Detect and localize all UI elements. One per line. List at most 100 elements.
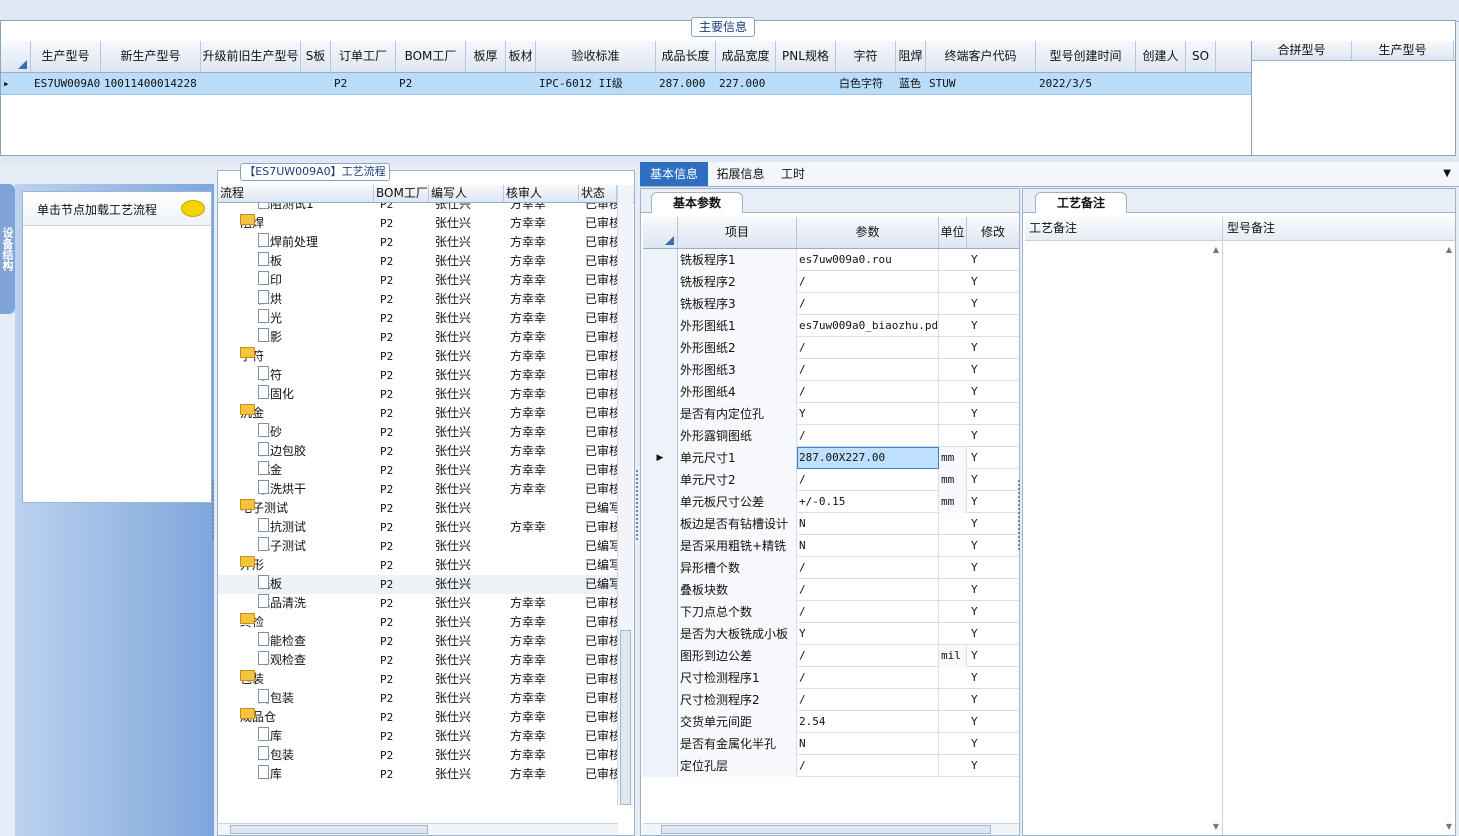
param-value[interactable]: es7uw009a0_biaozhu.pdf: [797, 315, 939, 337]
tree-row[interactable]: 成品清洗 P2 张仕兴 方幸幸 已审核: [218, 594, 618, 613]
param-modify[interactable]: Y: [967, 733, 1019, 755]
col-flow[interactable]: 流程: [218, 185, 374, 202]
param-value[interactable]: /: [797, 601, 939, 623]
col-merge-model[interactable]: 合拼型号: [1252, 41, 1352, 60]
param-row[interactable]: 单元尺寸2/mm Y: [643, 469, 1019, 491]
tree-row[interactable]: 烘板 P2 张仕兴 方幸幸 已审核: [218, 252, 618, 271]
param-modify[interactable]: Y: [967, 469, 1019, 491]
param-modify[interactable]: Y: [967, 601, 1019, 623]
param-value[interactable]: /: [797, 469, 939, 491]
main-cell-6[interactable]: [466, 73, 506, 94]
main-cell-10[interactable]: 227.000: [716, 73, 776, 94]
param-value[interactable]: 287.00X227.00: [797, 447, 939, 469]
tree-vscrollbar[interactable]: [617, 185, 633, 805]
main-col-9[interactable]: 成品长度: [656, 41, 716, 72]
tree-row[interactable]: − 外形 P2 张仕兴 已编写: [218, 556, 618, 575]
tree-row[interactable]: 外观检查 P2 张仕兴 方幸幸 已审核: [218, 651, 618, 670]
col-checker[interactable]: 核审人: [504, 185, 579, 202]
tree-row[interactable]: 阻焊前处理 P2 张仕兴 方幸幸 已审核: [218, 233, 618, 252]
param-value[interactable]: /: [797, 667, 939, 689]
tree-vscroll-thumb[interactable]: [620, 630, 631, 805]
main-col-16[interactable]: 创建人: [1136, 41, 1186, 72]
param-modify[interactable]: Y: [967, 623, 1019, 645]
param-modify[interactable]: Y: [967, 711, 1019, 733]
scroll-up-icon[interactable]: ▲: [1213, 245, 1219, 254]
param-modify[interactable]: Y: [967, 337, 1019, 359]
param-modify[interactable]: Y: [967, 513, 1019, 535]
main-cell-11[interactable]: [776, 73, 836, 94]
tree-hscrollbar[interactable]: [218, 823, 618, 835]
tree-row[interactable]: 水洗烘干 P2 张仕兴 方幸幸 已审核: [218, 480, 618, 499]
params-hscrollbar[interactable]: [643, 823, 1019, 835]
main-col-2[interactable]: 升级前旧生产型号: [201, 41, 301, 72]
col-bom-factory[interactable]: BOM工厂: [374, 185, 429, 202]
tree-row[interactable]: − 成品仓 P2 张仕兴 方幸幸 已审核: [218, 708, 618, 727]
main-cell-9[interactable]: 287.000: [656, 73, 716, 94]
param-value[interactable]: +/-0.15: [797, 491, 939, 513]
param-row[interactable]: 交货单元间距 2.54 Y: [643, 711, 1019, 733]
tab-extended-info[interactable]: 拓展信息: [708, 162, 773, 186]
scroll-down-icon[interactable]: ▼: [1446, 822, 1452, 831]
param-row[interactable]: 是否有内定位孔 Y Y: [643, 403, 1019, 425]
main-cell-13[interactable]: 蓝色: [896, 73, 926, 94]
param-value[interactable]: Y: [797, 403, 939, 425]
main-col-14[interactable]: 终端客户代码: [926, 41, 1036, 72]
remarks-caption[interactable]: 工艺备注: [1035, 192, 1127, 213]
tree-row[interactable]: − 沉金 P2 张仕兴 方幸幸 已审核: [218, 404, 618, 423]
param-row[interactable]: 铣板程序3/ Y: [643, 293, 1019, 315]
main-grid-row[interactable]: ▸ ES7UW009A0 10011400014228 P2 P2 IPC-6012 I…: [1, 73, 1251, 95]
col-writer[interactable]: 编写人: [429, 185, 504, 202]
param-value[interactable]: /: [797, 381, 939, 403]
main-cell-8[interactable]: IPC-6012 II级: [536, 73, 656, 94]
param-modify[interactable]: Y: [967, 403, 1019, 425]
tree-row[interactable]: 入库 P2 张仕兴 方幸幸 已审核: [218, 727, 618, 746]
main-col-4[interactable]: 订单工厂: [331, 41, 396, 72]
main-col-17[interactable]: SO: [1186, 41, 1216, 72]
col-item[interactable]: 项目: [678, 217, 797, 248]
main-cell-14[interactable]: STUW: [926, 73, 1036, 94]
param-row[interactable]: 板边是否有钻槽设计 N Y: [643, 513, 1019, 535]
main-cell-3[interactable]: [301, 73, 331, 94]
param-modify[interactable]: Y: [967, 535, 1019, 557]
main-cell-0[interactable]: ES7UW009A0: [31, 73, 101, 94]
param-value[interactable]: 2.54: [797, 711, 939, 733]
device-structure-tab[interactable]: 设备结构: [0, 184, 15, 314]
param-value[interactable]: es7uw009a0.rou: [797, 249, 939, 271]
param-value[interactable]: /: [797, 755, 939, 777]
param-modify[interactable]: Y: [967, 689, 1019, 711]
param-value[interactable]: Y: [797, 623, 939, 645]
main-col-8[interactable]: 验收标准: [536, 41, 656, 72]
main-col-0[interactable]: 生产型号: [31, 41, 101, 72]
param-modify[interactable]: Y: [967, 491, 1019, 513]
param-value[interactable]: /: [797, 359, 939, 381]
tree-row[interactable]: − 字符 P2 张仕兴 方幸幸 已审核: [218, 347, 618, 366]
model-note-field[interactable]: ▲ ▼: [1223, 241, 1455, 835]
process-note-field[interactable]: ▲ ▼: [1025, 241, 1223, 835]
param-value[interactable]: N: [797, 513, 939, 535]
tree-row[interactable]: 板边包胶 P2 张仕兴 方幸幸 已审核: [218, 442, 618, 461]
params-hscroll-thumb[interactable]: [661, 825, 991, 834]
param-modify[interactable]: Y: [967, 755, 1019, 777]
tab-work-hours[interactable]: 工时: [773, 162, 813, 186]
basic-caption[interactable]: 基本参数: [651, 192, 743, 213]
tree-row[interactable]: 丝印 P2 张仕兴 方幸幸 已审核: [218, 271, 618, 290]
tree-row[interactable]: 功能检查 P2 张仕兴 方幸幸 已审核: [218, 632, 618, 651]
main-col-13[interactable]: 阻焊: [896, 41, 926, 72]
main-col-12[interactable]: 字符: [836, 41, 896, 72]
param-row[interactable]: 是否为大板铣成小板 Y Y: [643, 623, 1019, 645]
tree-row[interactable]: 阻抗测试 P2 张仕兴 方幸幸 已审核: [218, 518, 618, 537]
tree-row[interactable]: 内包装 P2 张仕兴 方幸幸 已审核: [218, 689, 618, 708]
param-modify[interactable]: Y: [967, 667, 1019, 689]
main-cell-2[interactable]: [201, 73, 301, 94]
param-value[interactable]: N: [797, 733, 939, 755]
left-splitter-grip[interactable]: [212, 480, 216, 540]
tree-row[interactable]: 显影 P2 张仕兴 方幸幸 已审核: [218, 328, 618, 347]
param-value[interactable]: /: [797, 271, 939, 293]
scroll-up-icon[interactable]: ▲: [1446, 245, 1452, 254]
param-modify[interactable]: Y: [967, 557, 1019, 579]
param-row[interactable]: 尺寸检测程序2/ Y: [643, 689, 1019, 711]
param-modify[interactable]: Y: [967, 249, 1019, 271]
scroll-down-icon[interactable]: ▼: [1213, 822, 1219, 831]
param-row[interactable]: 铣板程序2/ Y: [643, 271, 1019, 293]
col-unit[interactable]: 单位: [939, 217, 967, 248]
